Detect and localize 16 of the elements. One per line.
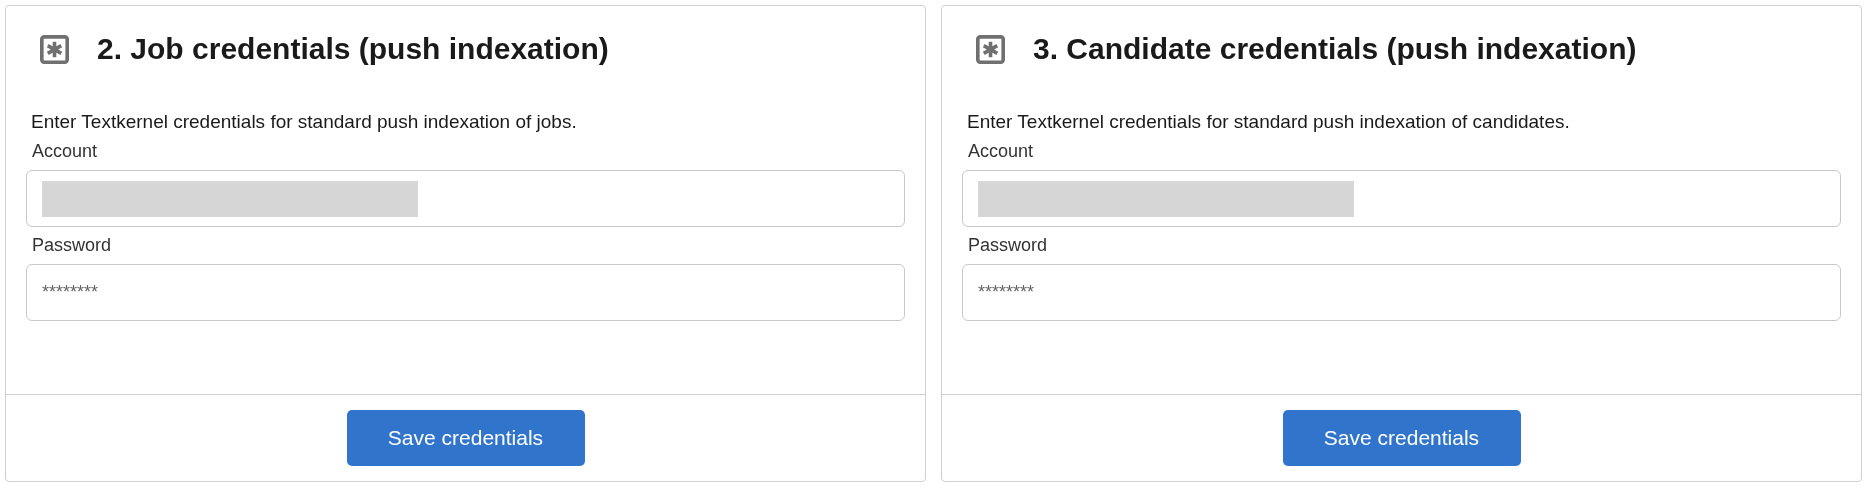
card-title: 2. Job credentials (push indexation) — [97, 32, 609, 66]
field-label: Account — [32, 141, 99, 162]
asterisk-box-icon — [40, 34, 69, 64]
description-text: Enter Textkernel credentials for standard push indexation of candidates. — [967, 111, 1571, 133]
password-field[interactable]: ******** — [962, 264, 1841, 321]
save-button[interactable]: Save credentials — [346, 410, 585, 466]
card-title: 3. Candidate credentials (push indexation) — [1033, 32, 1637, 66]
asterisk-box-icon — [976, 34, 1005, 64]
account-field[interactable] — [26, 170, 905, 227]
account-field[interactable] — [962, 170, 1841, 227]
description-text: Enter Textkernel credentials for standard push indexation of jobs. — [31, 111, 578, 133]
password-field[interactable]: ******** — [26, 264, 905, 321]
field-label: Password — [32, 235, 113, 256]
field-label: Account — [968, 141, 1035, 162]
save-button[interactable]: Save credentials — [1282, 410, 1521, 466]
field-label: Password — [968, 235, 1049, 256]
